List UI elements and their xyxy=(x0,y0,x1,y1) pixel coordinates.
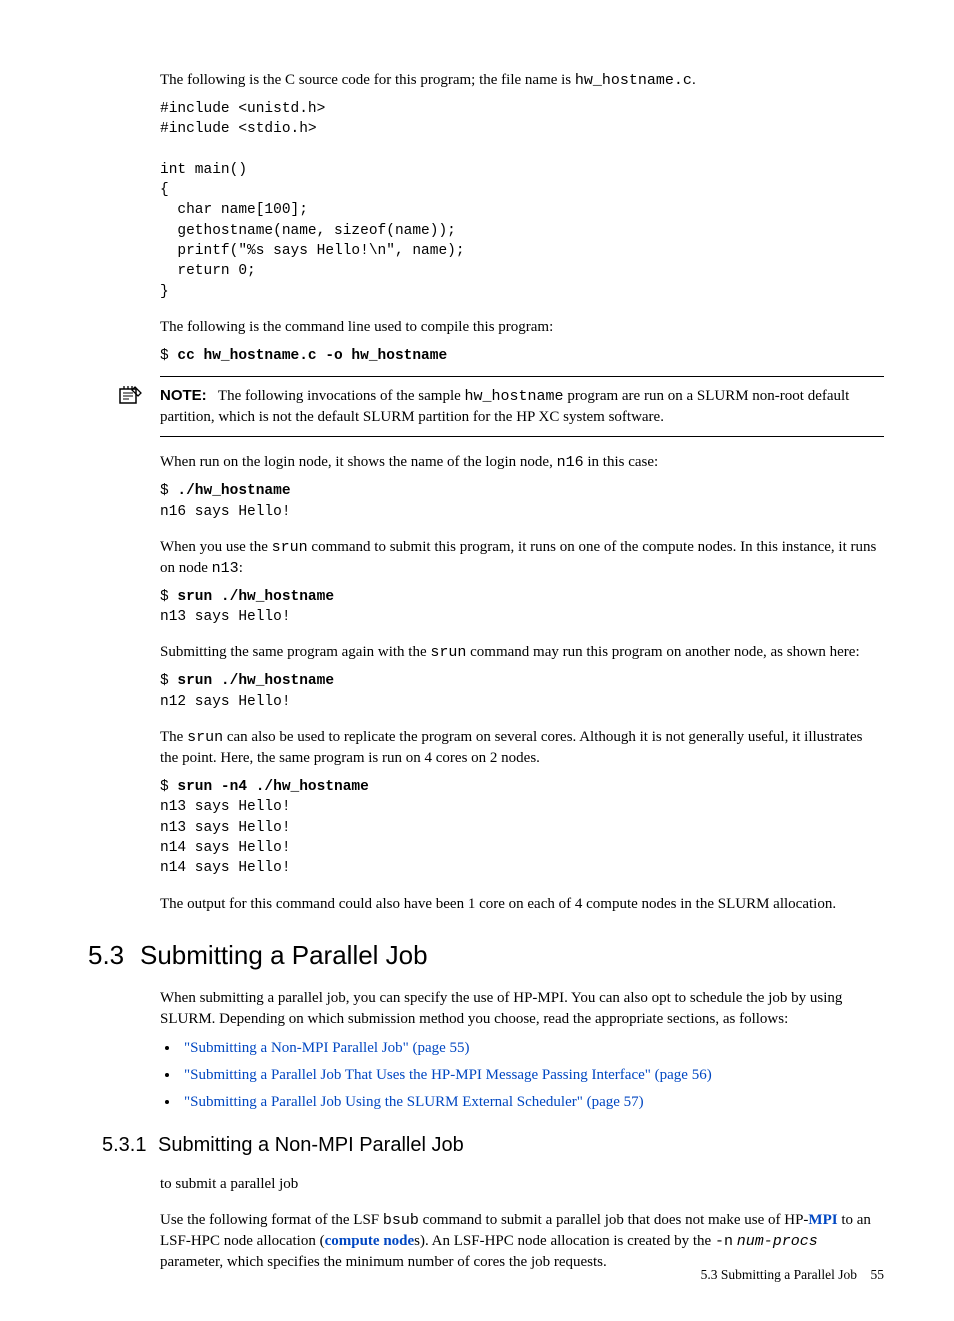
text: The xyxy=(160,729,187,745)
inline-code: srun xyxy=(187,729,223,746)
cross-reference-list: "Submitting a Non-MPI Parallel Job" (pag… xyxy=(180,1038,884,1113)
command: srun ./hw_hostname xyxy=(177,589,334,605)
inline-code: n16 xyxy=(557,454,584,471)
text: Submitting the same program again with t… xyxy=(160,644,430,660)
code-block-compile: $ cc hw_hostname.c -o hw_hostname xyxy=(160,346,884,366)
text: Use the following format of the LSF xyxy=(160,1212,383,1228)
heading-5-3: 5.3Submitting a Parallel Job xyxy=(88,937,884,973)
text: : xyxy=(239,560,243,576)
cross-reference-link[interactable]: "Submitting a Parallel Job That Uses the… xyxy=(184,1067,712,1083)
note-label: NOTE: xyxy=(160,387,207,404)
paragraph: When submitting a parallel job, you can … xyxy=(160,988,884,1030)
paragraph: The srun can also be used to replicate t… xyxy=(160,727,884,769)
paragraph: When you use the srun command to submit … xyxy=(160,537,884,579)
list-item: "Submitting a Non-MPI Parallel Job" (pag… xyxy=(180,1038,884,1059)
note-block: NOTE: The following invocations of the s… xyxy=(160,376,884,437)
paragraph: Use the following format of the LSF bsub… xyxy=(160,1210,884,1273)
paragraph: Submitting the same program again with t… xyxy=(160,642,884,663)
paragraph: to submit a parallel job xyxy=(160,1174,884,1195)
prompt: $ xyxy=(160,779,177,795)
output: n12 says Hello! xyxy=(160,694,291,710)
text: The following is the C source code for t… xyxy=(160,72,575,88)
prompt: $ xyxy=(160,483,177,499)
command: cc hw_hostname.c -o hw_hostname xyxy=(177,348,447,364)
inline-code: -n xyxy=(715,1233,733,1250)
code-block-source: #include <unistd.h> #include <stdio.h> i… xyxy=(160,99,884,302)
output: n16 says Hello! xyxy=(160,504,291,520)
inline-code-italic: num-procs xyxy=(737,1233,818,1250)
heading-title: Submitting a Non-MPI Parallel Job xyxy=(158,1134,464,1156)
list-item: "Submitting a Parallel Job Using the SLU… xyxy=(180,1092,884,1113)
text: parameter, which specifies the minimum n… xyxy=(160,1254,607,1270)
prompt: $ xyxy=(160,348,177,364)
page-footer: 5.3 Submitting a Parallel Job 55 xyxy=(701,1266,884,1285)
text: s). An LSF-HPC node allocation is create… xyxy=(414,1233,715,1249)
text: When you use the xyxy=(160,539,272,555)
note-icon xyxy=(116,383,144,407)
inline-code: srun xyxy=(272,539,308,556)
paragraph: The following is the command line used t… xyxy=(160,317,884,338)
heading-number: 5.3.1 xyxy=(102,1131,158,1159)
footer-page-number: 55 xyxy=(871,1267,885,1282)
text: in this case: xyxy=(584,454,659,470)
document-page: The following is the C source code for t… xyxy=(0,0,954,1321)
inline-code: bsub xyxy=(383,1212,419,1229)
footer-section: 5.3 Submitting a Parallel Job xyxy=(701,1267,857,1282)
text: command may run this program on another … xyxy=(466,644,859,660)
prompt: $ xyxy=(160,589,177,605)
paragraph: When run on the login node, it shows the… xyxy=(160,452,884,473)
text: When run on the login node, it shows the… xyxy=(160,454,557,470)
inline-code: hw_hostname xyxy=(465,388,564,405)
list-item: "Submitting a Parallel Job That Uses the… xyxy=(180,1065,884,1086)
code-block-run2: $ srun ./hw_hostname n13 says Hello! xyxy=(160,587,884,628)
text: command to submit a parallel job that do… xyxy=(419,1212,809,1228)
glossary-link[interactable]: compute node xyxy=(325,1233,415,1249)
code-block-run4: $ srun -n4 ./hw_hostname n13 says Hello!… xyxy=(160,777,884,878)
note-text: The following invocations of the sample xyxy=(218,388,465,404)
code-block-run3: $ srun ./hw_hostname n12 says Hello! xyxy=(160,671,884,712)
command: ./hw_hostname xyxy=(177,483,290,499)
code-block-run1: $ ./hw_hostname n16 says Hello! xyxy=(160,481,884,522)
text: . xyxy=(692,72,696,88)
heading-5-3-1: 5.3.1Submitting a Non-MPI Parallel Job xyxy=(102,1131,884,1159)
output: n13 says Hello! xyxy=(160,609,291,625)
command: srun ./hw_hostname xyxy=(177,673,334,689)
paragraph: The output for this command could also h… xyxy=(160,894,884,915)
inline-code: hw_hostname.c xyxy=(575,72,692,89)
heading-number: 5.3 xyxy=(88,937,140,973)
prompt: $ xyxy=(160,673,177,689)
output: n13 says Hello! n13 says Hello! n14 says… xyxy=(160,799,291,876)
command: srun -n4 ./hw_hostname xyxy=(177,779,368,795)
cross-reference-link[interactable]: "Submitting a Non-MPI Parallel Job" (pag… xyxy=(184,1040,470,1056)
inline-code: n13 xyxy=(212,560,239,577)
heading-title: Submitting a Parallel Job xyxy=(140,940,428,970)
inline-code: srun xyxy=(430,644,466,661)
cross-reference-link[interactable]: "Submitting a Parallel Job Using the SLU… xyxy=(184,1094,644,1110)
text: can also be used to replicate the progra… xyxy=(160,729,863,766)
paragraph-intro: The following is the C source code for t… xyxy=(160,70,884,91)
glossary-link[interactable]: MPI xyxy=(808,1212,837,1228)
